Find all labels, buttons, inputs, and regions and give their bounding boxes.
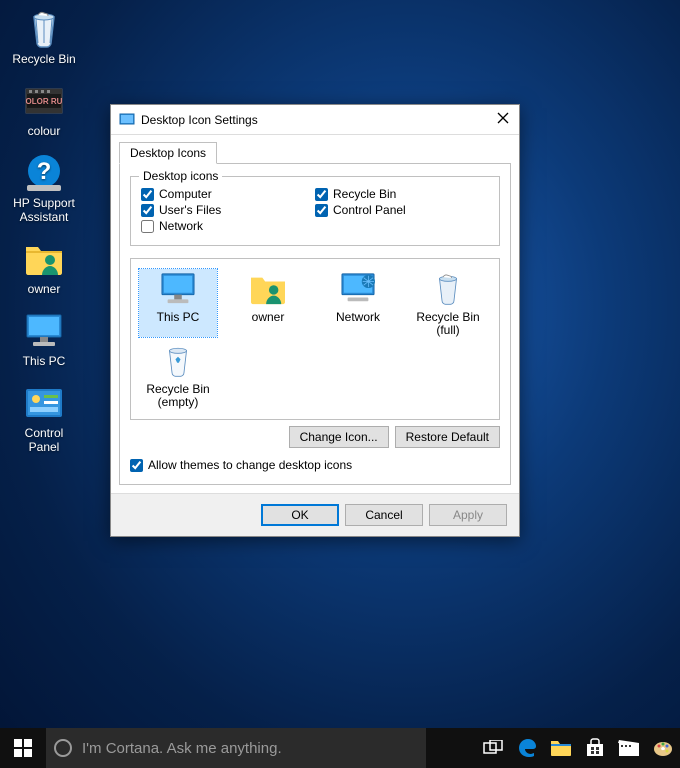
store-button[interactable]: [578, 728, 612, 768]
change-icon-button[interactable]: Change Icon...: [289, 426, 389, 448]
paint-button[interactable]: [646, 728, 680, 768]
desktop-icon-label: colour: [28, 124, 61, 138]
task-view-icon: [483, 740, 503, 756]
start-button[interactable]: [0, 728, 46, 768]
task-view-button[interactable]: [476, 728, 510, 768]
check-users-files[interactable]: User's Files: [141, 203, 315, 217]
desktop-icon-colour[interactable]: OLOR RU colour: [8, 80, 80, 138]
tab-desktop-icons[interactable]: Desktop Icons: [119, 142, 217, 164]
movies-icon: [618, 739, 640, 757]
store-icon: [585, 738, 605, 758]
desktop-icon-control-panel[interactable]: Control Panel: [8, 382, 80, 454]
check-control-panel[interactable]: Control Panel: [315, 203, 489, 217]
preview-label: This PC: [157, 311, 200, 324]
recycle-bin-full-icon: [23, 8, 65, 50]
desktop-icons-group: Desktop icons Computer User's Files Netw…: [130, 176, 500, 246]
desktop-icon-owner[interactable]: owner: [8, 238, 80, 296]
check-label: Control Panel: [333, 203, 406, 217]
desktop-icon-recycle-bin[interactable]: Recycle Bin: [8, 8, 80, 66]
user-folder-icon: [248, 269, 288, 309]
tab-body: Desktop icons Computer User's Files Netw…: [119, 163, 511, 485]
desktop-icon-hp-support[interactable]: ? HP Support Assistant: [8, 152, 80, 224]
file-explorer-button[interactable]: [544, 728, 578, 768]
apply-button[interactable]: Apply: [429, 504, 507, 526]
cortana-search[interactable]: I'm Cortana. Ask me anything.: [46, 728, 426, 768]
computer-icon: [23, 310, 65, 352]
check-label: User's Files: [159, 203, 221, 217]
paint-icon: [652, 737, 674, 759]
computer-icon: [158, 269, 198, 309]
control-panel-icon: [23, 382, 65, 424]
desktop-icon-settings-window: Desktop Icon Settings Desktop Icons Desk…: [110, 104, 520, 537]
preview-label: owner: [252, 311, 285, 324]
preview-this-pc[interactable]: This PC: [139, 269, 217, 337]
preview-recycle-empty[interactable]: Recycle Bin (empty): [139, 341, 217, 409]
windows-logo-icon: [14, 739, 32, 757]
group-legend: Desktop icons: [139, 169, 222, 183]
check-recycle-bin[interactable]: Recycle Bin: [315, 187, 489, 201]
preview-label: Recycle Bin (full): [409, 311, 487, 337]
desktop-icon-label: Recycle Bin: [12, 52, 75, 66]
cortana-icon: [54, 739, 72, 757]
tab-strip: Desktop Icons: [111, 135, 519, 163]
help-question-icon: ?: [23, 152, 65, 194]
network-icon: [338, 269, 378, 309]
desktop-icon-label: This PC: [23, 354, 66, 368]
window-icon: [119, 112, 135, 128]
taskbar: I'm Cortana. Ask me anything.: [0, 728, 680, 768]
desktop-icon-label: owner: [28, 282, 61, 296]
taskbar-tray: [476, 728, 680, 768]
cortana-placeholder: I'm Cortana. Ask me anything.: [82, 740, 282, 757]
cancel-button[interactable]: Cancel: [345, 504, 423, 526]
edge-icon: [516, 737, 538, 759]
check-label: Computer: [159, 187, 212, 201]
ok-button[interactable]: OK: [261, 504, 339, 526]
check-network[interactable]: Network: [141, 219, 315, 233]
desktop-icon-label: Control Panel: [8, 426, 80, 454]
dialog-button-row: OK Cancel Apply: [111, 493, 519, 536]
desktop-icon-label: HP Support Assistant: [8, 196, 80, 224]
close-button[interactable]: [495, 112, 511, 128]
check-computer[interactable]: Computer: [141, 187, 315, 201]
video-file-icon: OLOR RU: [23, 80, 65, 122]
allow-themes-label: Allow themes to change desktop icons: [148, 458, 352, 472]
recycle-bin-empty-icon: [158, 341, 198, 381]
check-label: Recycle Bin: [333, 187, 396, 201]
restore-default-button[interactable]: Restore Default: [395, 426, 500, 448]
window-title: Desktop Icon Settings: [141, 113, 495, 127]
user-folder-icon: [23, 238, 65, 280]
recycle-bin-full-icon: [428, 269, 468, 309]
check-label: Network: [159, 219, 203, 233]
preview-owner[interactable]: owner: [229, 269, 307, 337]
icon-preview-box: This PC owner Network Recycle Bin (full)…: [130, 258, 500, 420]
titlebar[interactable]: Desktop Icon Settings: [111, 105, 519, 135]
allow-themes-checkbox[interactable]: Allow themes to change desktop icons: [130, 458, 500, 472]
preview-label: Recycle Bin (empty): [139, 383, 217, 409]
svg-text:OLOR RU: OLOR RU: [26, 97, 63, 106]
preview-recycle-full[interactable]: Recycle Bin (full): [409, 269, 487, 337]
movies-button[interactable]: [612, 728, 646, 768]
preview-network[interactable]: Network: [319, 269, 397, 337]
edge-button[interactable]: [510, 728, 544, 768]
preview-label: Network: [336, 311, 380, 324]
svg-text:?: ?: [37, 158, 52, 185]
desktop-icon-this-pc[interactable]: This PC: [8, 310, 80, 368]
folder-icon: [550, 739, 572, 757]
